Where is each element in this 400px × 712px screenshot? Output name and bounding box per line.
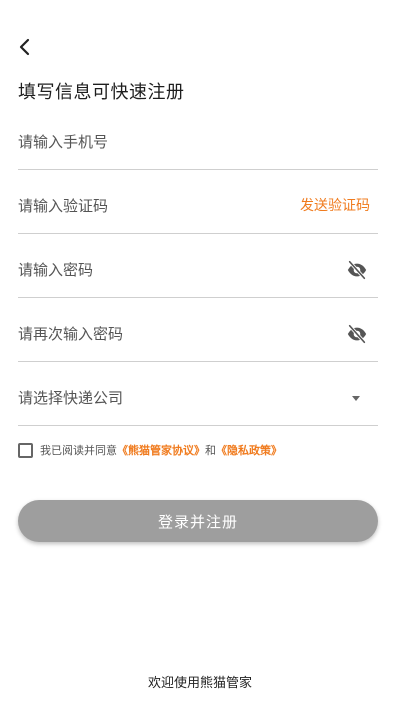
confirm-password-field	[18, 298, 378, 362]
password-input[interactable]	[18, 257, 298, 283]
send-code-button[interactable]: 发送验证码	[300, 195, 370, 215]
courier-select[interactable]	[18, 362, 378, 426]
agreement-prefix: 我已阅读并同意	[40, 444, 117, 457]
privacy-link[interactable]: 《隐私政策》	[216, 442, 282, 458]
page-title: 填写信息可快速注册	[18, 82, 185, 103]
code-field: 发送验证码	[18, 170, 378, 234]
register-page: 填写信息可快速注册 发送验证码 我已阅读并同意 《熊猫管家协议》 和	[0, 0, 400, 712]
welcome-footer: 欢迎使用熊猫管家	[147, 676, 252, 691]
caret-down-icon[interactable]	[352, 396, 360, 401]
eye-off-icon[interactable]	[346, 259, 368, 281]
courier-input[interactable]	[18, 385, 298, 411]
back-button[interactable]	[10, 32, 40, 62]
phone-field	[18, 106, 378, 170]
code-input[interactable]	[18, 193, 298, 219]
password-field	[18, 234, 378, 298]
agreement-conjunction: 和	[205, 444, 216, 457]
agreement-checkbox[interactable]	[18, 442, 33, 458]
phone-input[interactable]	[18, 129, 298, 155]
chevron-left-icon	[19, 38, 30, 56]
terms-link[interactable]: 《熊猫管家协议》	[117, 442, 205, 458]
agreement-row: 我已阅读并同意 《熊猫管家协议》 和 《隐私政策》	[18, 442, 282, 458]
eye-off-icon[interactable]	[346, 323, 368, 345]
confirm-password-input[interactable]	[18, 321, 298, 347]
login-register-button[interactable]: 登录并注册	[18, 500, 378, 542]
